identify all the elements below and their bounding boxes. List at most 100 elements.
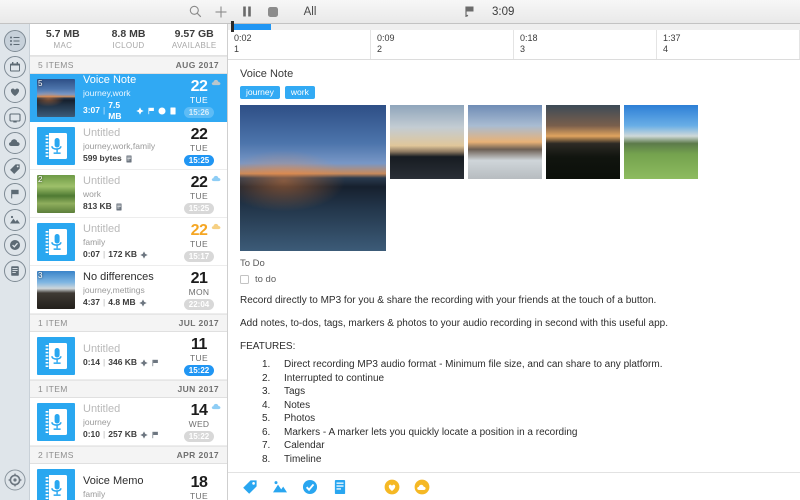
todo-item[interactable]: to do <box>228 274 800 285</box>
stat-available: 9.57 GB AVAILABLE <box>161 28 227 51</box>
feature-number: 3. <box>262 386 271 397</box>
cloud-icon[interactable] <box>414 479 430 495</box>
pause-icon[interactable] <box>234 0 260 24</box>
list-item[interactable]: 2 Untitled work 813 KB 22 TUE 15:25 <box>30 170 227 218</box>
filter-title: All <box>303 6 317 18</box>
list-item-weekday: WED <box>188 418 210 429</box>
marker-index: 3 <box>520 44 526 54</box>
sidebar-item-list[interactable] <box>3 30 26 52</box>
flag-add-icon[interactable] <box>463 5 476 19</box>
photo-count-badge: 2 <box>38 174 43 184</box>
list-item[interactable]: Untitled journey 0:10 | 257 KB 14 WED 15:22 <box>30 398 227 446</box>
list-item-size: 4.8 MB <box>108 297 136 307</box>
cloud-sync-icon <box>211 173 222 185</box>
timeline-markers[interactable]: 0:02 1 0:09 2 0:18 3 1:37 4 <box>228 21 800 60</box>
gear-icon[interactable] <box>4 469 26 494</box>
feature-text: Interrupted to continue <box>284 372 385 384</box>
tag-row: journey work <box>228 86 800 105</box>
list-item-thumbnail: 2 <box>37 174 75 213</box>
list-item-tags: journey,work,family <box>83 141 156 151</box>
sidebar-item-markers[interactable] <box>3 183 26 205</box>
list-item-time: 15:22 <box>183 430 215 442</box>
photo-dusk-trees[interactable] <box>546 105 620 179</box>
document-icon[interactable] <box>332 479 348 495</box>
list-item-duration: 0:14 <box>83 357 101 367</box>
sidebar-item-todos[interactable] <box>3 234 26 256</box>
list-item[interactable]: Untitled journey,work,family 599 bytes 22 TU… <box>30 122 227 170</box>
cloud-sync-icon <box>211 401 222 413</box>
search-icon[interactable] <box>182 0 208 24</box>
scrubber-handle[interactable] <box>231 21 234 32</box>
list-item-main: Untitled journey,work,family 599 bytes <box>83 127 177 164</box>
list-item-meta: 0:07 | 172 KB <box>83 249 177 260</box>
list-item-date: 22 TUE 15:26 <box>177 78 221 118</box>
sidebar-item-notes[interactable] <box>3 259 26 282</box>
feature-item: 2. Interrupted to continue <box>262 373 788 385</box>
plus-icon[interactable] <box>208 0 234 24</box>
list-item-main: No differences journey,mettings 4:37 | 4.8 M… <box>83 271 177 308</box>
list-item-tags: family <box>83 489 106 499</box>
recordings-list[interactable]: 5 ITEMS AUG 2017 5 Voice Note journey,work 3:… <box>30 56 227 500</box>
stop-icon[interactable] <box>260 0 286 24</box>
list-item-tags: family <box>83 237 106 247</box>
sidebar-item-favorites[interactable] <box>3 81 26 103</box>
sidebar-item-calendar[interactable] <box>3 55 26 78</box>
feature-item: 5. Photos <box>262 413 788 425</box>
photo-icon[interactable] <box>272 479 288 495</box>
list-item-time: 15:17 <box>183 250 215 262</box>
toolbar-title-area: All <box>0 0 800 24</box>
list-item[interactable]: Untitled 0:14 | 346 KB 11 TUE 15:22 <box>30 332 227 380</box>
todo-checkbox[interactable] <box>240 275 249 284</box>
feature-text: Direct recording MP3 audio format - Mini… <box>284 359 663 370</box>
tag-icon[interactable] <box>242 479 258 495</box>
photo-count-badge: 5 <box>38 78 43 88</box>
stat-label: ICLOUD <box>112 41 145 50</box>
photo-city-skyline[interactable] <box>390 105 464 179</box>
list-item[interactable]: 3 No differences journey,mettings 4:37 | 4.8 … <box>30 266 227 314</box>
playback-scrubber[interactable] <box>228 21 800 32</box>
list-item-meta: 0:10 | 257 KB <box>83 429 177 440</box>
list-item-weekday: TUE <box>190 190 208 201</box>
sidebar-item-tags[interactable] <box>3 157 26 180</box>
photo-tree-beach[interactable] <box>468 105 542 179</box>
list-item-day: 21 <box>190 269 208 287</box>
list-item[interactable]: Untitled family 0:07 | 172 KB 22 TUE 15:17 <box>30 218 227 266</box>
cloud-sync-icon <box>211 221 222 233</box>
note-body: Record directly to MP3 for you & share t… <box>228 285 800 467</box>
list-item-meta: 813 KB <box>83 201 177 212</box>
section-count: 1 ITEM <box>38 318 68 328</box>
sidebar-item-display[interactable] <box>3 106 26 129</box>
detail-tag[interactable]: journey <box>240 86 280 99</box>
list-item-size: 813 KB <box>83 201 112 211</box>
stat-value: 8.8 MB <box>111 28 146 40</box>
list-item-weekday: TUE <box>190 238 208 249</box>
list-item-tags: journey,work <box>83 87 131 98</box>
check-icon[interactable] <box>302 479 318 495</box>
marker-icon <box>140 358 148 367</box>
marker-icon <box>140 250 148 259</box>
features-label: FEATURES: <box>240 341 296 352</box>
section-period: JUN 2017 <box>177 384 219 394</box>
photo-lake-sunset[interactable] <box>240 105 386 251</box>
sidebar-item-photos[interactable] <box>3 208 26 231</box>
list-item-thumbnail: 5 <box>37 78 75 117</box>
sidebar-item-cloud[interactable] <box>3 132 26 154</box>
list-item-title: Voice Note <box>83 73 137 86</box>
detail-tag[interactable]: work <box>284 86 315 99</box>
feature-number: 1. <box>262 359 271 370</box>
section-period: AUG 2017 <box>175 60 219 70</box>
heart-icon[interactable] <box>384 479 400 495</box>
photo-green-field[interactable] <box>624 105 698 179</box>
list-item[interactable]: Voice Memo family 18 TUE <box>30 464 227 500</box>
list-item[interactable]: 5 Voice Note journey,work 3:07 | 7.5 MB 22 TUE 1… <box>30 74 227 122</box>
meta-separator: | <box>103 297 106 307</box>
section-count: 1 ITEM <box>38 384 68 394</box>
list-item-title: No differences <box>83 271 154 283</box>
document-icon <box>125 154 133 163</box>
marker-time: 1:37 <box>663 33 681 43</box>
list-item-thumbnail <box>37 126 75 165</box>
top-toolbar: All 3:09 <box>0 0 800 24</box>
main-area: 5.7 MB MAC 8.8 MB ICLOUD 9.57 GB AVAILAB… <box>0 21 800 500</box>
list-item-day: 11 <box>191 335 207 353</box>
list-item-thumbnail: 3 <box>37 270 75 309</box>
